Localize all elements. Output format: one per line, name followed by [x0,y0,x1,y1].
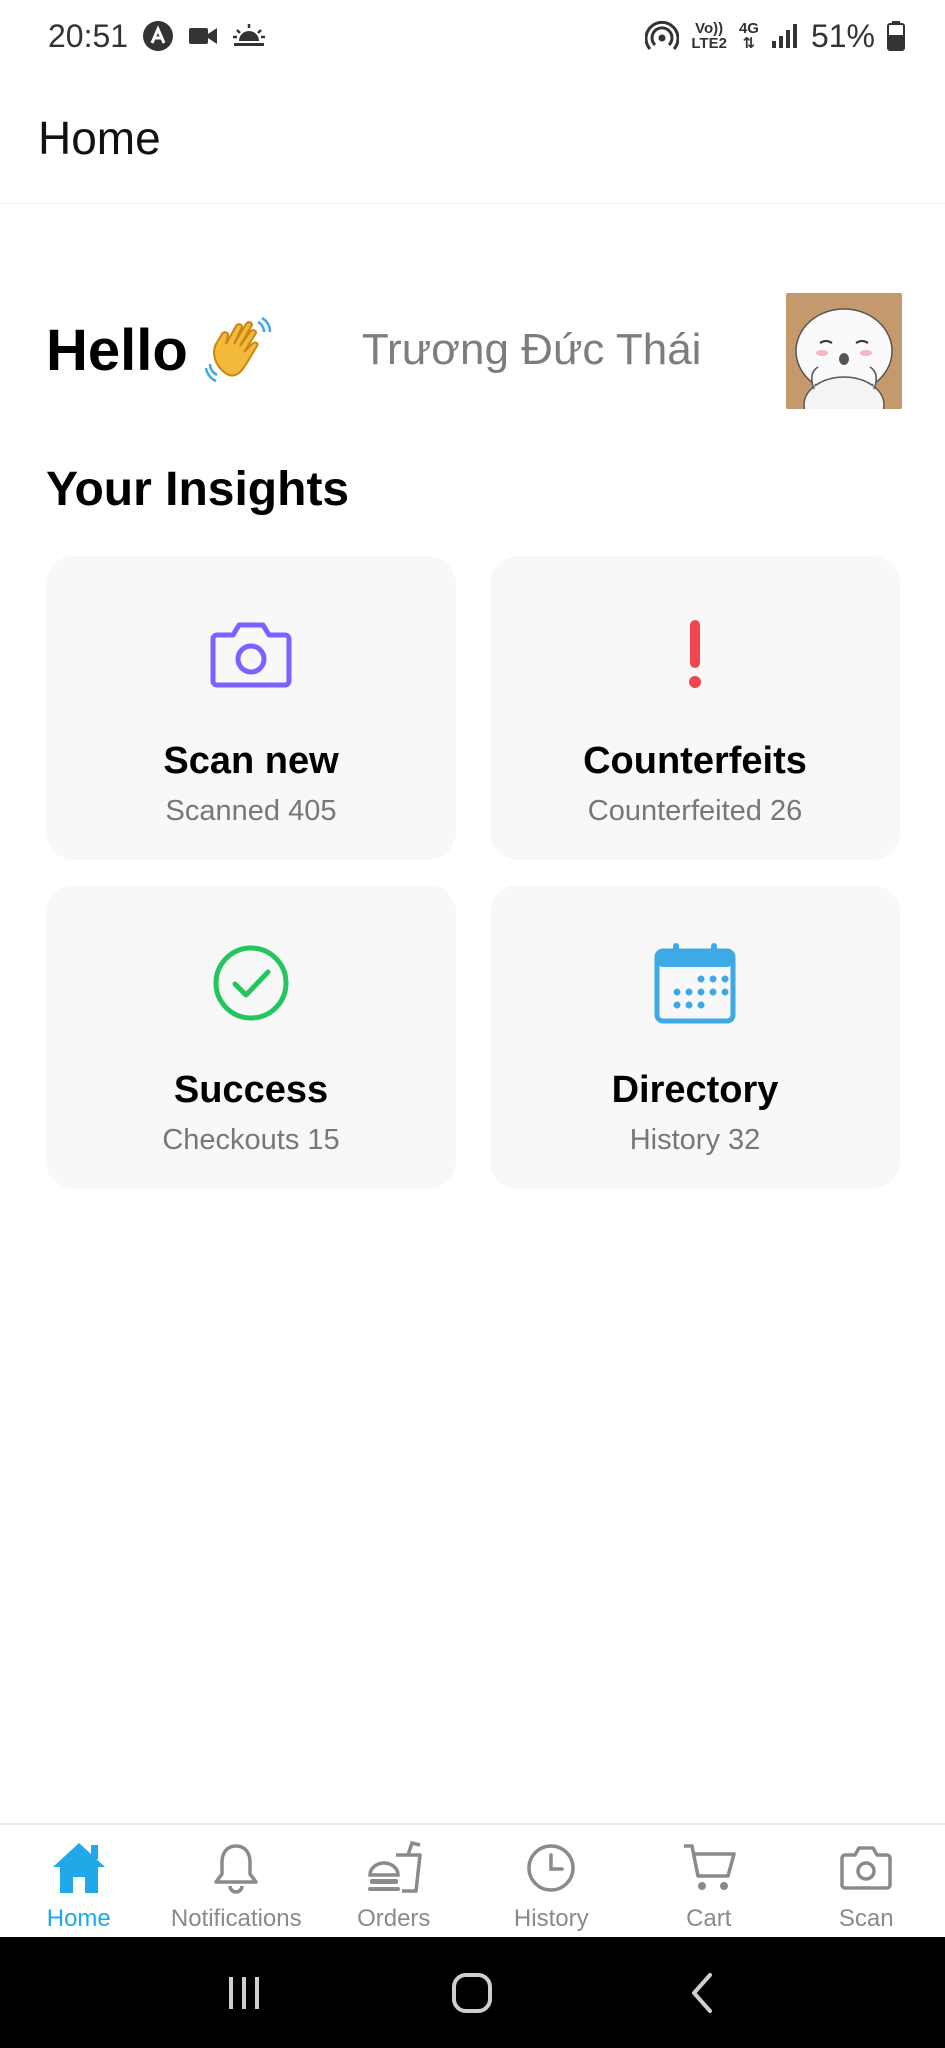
hello-text: Hello [46,317,188,383]
tab-cart[interactable]: Cart [630,1825,788,1937]
tab-scan[interactable]: Scan [788,1825,945,1937]
check-circle-icon [209,941,293,1025]
card-subtitle: Checkouts 15 [162,1124,340,1156]
bell-icon [207,1839,265,1897]
greeting-row: Hello Trương Đức Thái [46,290,902,410]
tab-notifications[interactable]: Notifications [158,1825,316,1937]
scan-new-card[interactable]: Scan new Scanned 405 [46,556,456,860]
card-subtitle: Counterfeited 26 [587,795,803,827]
data-arrows-icon: ⇅ [742,35,756,52]
network-text: 4G [738,20,759,37]
volte-text: Vo)) [695,20,724,37]
calendar-icon [653,941,737,1025]
card-title: Success [173,1069,329,1111]
bottom-tab-bar: Home Notifications Orders History Cart S… [0,1823,945,1937]
page-title: Home [38,111,161,164]
signal-icon [771,23,799,49]
system-nav-bar [0,1937,945,2048]
status-bar: 20:51 Vo)) LTE2 4G ⇅ 51% [0,0,945,72]
tab-orders[interactable]: Orders [315,1825,473,1937]
card-subtitle: History 32 [629,1124,761,1156]
app-notification-icon [142,20,174,52]
volte-indicator: Vo)) LTE2 [691,21,727,51]
camera-icon [209,612,293,696]
tab-label: Home [46,1905,111,1932]
lte-text: LTE2 [691,35,727,52]
fastfood-icon [365,1839,423,1897]
recent-apps-button[interactable] [214,1963,274,2023]
tab-history[interactable]: History [473,1825,631,1937]
card-title: Scan new [163,740,339,782]
card-title: Counterfeits [583,740,807,782]
exclamation-icon [653,612,737,696]
camera-icon [837,1839,895,1897]
hotspot-icon [645,19,680,53]
tab-label: Scan [838,1905,894,1932]
home-nav-button[interactable] [442,1963,502,2023]
back-button[interactable] [671,1963,731,2023]
cart-icon [680,1839,738,1897]
tab-home[interactable]: Home [0,1825,158,1937]
hello-heading: Hello [46,314,274,386]
avatar[interactable] [786,293,902,409]
tab-label: Notifications [170,1905,302,1932]
network-indicator: 4G ⇅ [739,21,759,51]
insights-title: Your Insights [46,463,350,516]
status-left: 20:51 [48,18,266,55]
success-card[interactable]: Success Checkouts 15 [46,885,456,1189]
status-right: Vo)) LTE2 4G ⇅ 51% [645,18,905,55]
directory-card[interactable]: Directory History 32 [490,885,900,1189]
battery-icon [887,21,905,51]
card-title: Directory [611,1069,779,1111]
clock-icon [522,1839,580,1897]
tab-label: Cart [686,1905,732,1932]
user-name: Trương Đức Thái [361,325,702,374]
card-subtitle: Scanned 405 [165,795,337,827]
tab-label: History [513,1905,589,1932]
waving-hand-icon [202,314,274,386]
home-icon [50,1839,108,1897]
status-time: 20:51 [48,17,129,54]
tab-label: Orders [357,1905,431,1932]
app-bar: Home [0,72,945,204]
video-camera-icon [188,25,218,47]
weather-sunrise-icon [232,23,266,49]
battery-percent: 51% [810,17,875,54]
counterfeits-card[interactable]: Counterfeits Counterfeited 26 [490,556,900,860]
